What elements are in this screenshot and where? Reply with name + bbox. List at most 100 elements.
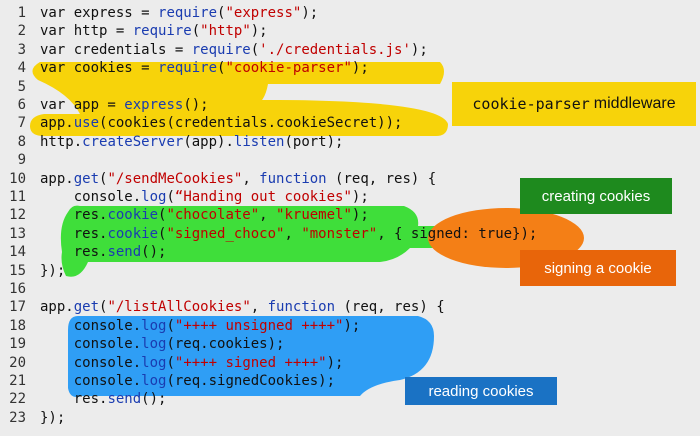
code-token: }); (40, 409, 66, 426)
function-name: get (73, 170, 100, 187)
line-number: 8 (17, 133, 26, 150)
code-token: (req, res) { (335, 299, 445, 316)
creating-cookies-label: creating cookies (541, 187, 651, 205)
line-number: 17 (9, 299, 26, 316)
code-text: }); (40, 262, 65, 280)
line-number: 10 (9, 170, 26, 187)
code-text: var credentials = require('./credentials… (40, 41, 428, 59)
code-token: , (259, 207, 277, 224)
string-literal: "express" (225, 5, 302, 21)
code-token: ); (250, 23, 268, 40)
code-token: console. (40, 189, 142, 205)
function-name: listen (233, 133, 285, 150)
line-number: 1 (17, 5, 26, 21)
string-literal: "chocolate" (166, 207, 260, 224)
function-name: use (73, 115, 100, 132)
function-name: log (141, 189, 167, 205)
code-token: (); (141, 391, 167, 408)
code-token: var express = (40, 5, 159, 21)
code-token: (cookies(credentials.cookieSecret)); (99, 115, 403, 132)
line-number: 7 (17, 115, 26, 132)
function-name: log (141, 354, 167, 371)
code-token: var app = (40, 97, 125, 113)
function-name: log (141, 336, 167, 353)
code-text: res.cookie("signed_choco", "monster", { … (40, 225, 538, 243)
code-text: console.log("++++ unsigned ++++"); (40, 317, 361, 335)
string-literal: "kruemel" (276, 207, 352, 224)
code-text: res.send(); (40, 390, 167, 408)
line-number: 19 (9, 336, 26, 353)
code-token: ); (351, 60, 369, 77)
code-text: var http = require("http"); (40, 22, 268, 40)
code-text: app.get("/sendMeCookies", function (req,… (40, 170, 436, 188)
function-name: get (73, 299, 100, 316)
function-name: log (141, 373, 167, 389)
code-token: http. (40, 133, 83, 150)
signing-cookie-label: signing a cookie (544, 259, 652, 277)
code-token: app. (40, 299, 74, 316)
code-token: res. (40, 391, 108, 408)
function-name: send (107, 391, 142, 408)
code-text: var express = require("express"); (40, 4, 318, 22)
code-token: (app). (183, 133, 234, 150)
code-text: res.send(); (40, 243, 167, 261)
code-token: ( (166, 189, 175, 205)
function-name: require (158, 5, 218, 21)
code-token: , (250, 299, 268, 316)
creating-cookies-callout: creating cookies (520, 178, 672, 214)
code-token: console. (40, 336, 142, 353)
line-number: 12 (9, 207, 26, 224)
code-token: ); (343, 317, 361, 334)
line-number: 13 (9, 225, 26, 242)
code-token: , (284, 225, 302, 242)
line-number: 3 (17, 41, 26, 58)
code-token: (req, res) { (326, 170, 437, 187)
line-number: 18 (9, 317, 26, 334)
code-token: (); (141, 244, 167, 261)
signing-cookie-callout: signing a cookie (520, 250, 676, 286)
code-text: res.cookie("chocolate", "kruemel"); (40, 206, 369, 224)
middleware-callout-code: cookie-parser (472, 95, 590, 113)
function-name: express (124, 97, 184, 113)
code-token: , { signed: true}); (377, 225, 538, 242)
code-token: app. (40, 115, 74, 132)
code-token: ); (326, 354, 344, 371)
string-literal: "/listAllCookies" (107, 299, 251, 316)
function-name: cookie (107, 207, 159, 224)
code-token: ( (166, 317, 175, 334)
string-literal: "cookie-parser" (225, 60, 352, 77)
line-number: 15 (9, 262, 26, 279)
string-literal: "/sendMeCookies" (107, 170, 243, 187)
code-token: console. (40, 373, 142, 389)
code-token: res. (40, 244, 108, 261)
code-token: res. (40, 225, 108, 242)
code-token: console. (40, 317, 142, 334)
function-name: require (158, 60, 218, 77)
code-text: console.log(req.cookies); (40, 335, 285, 353)
code-token: var http = (40, 23, 133, 40)
line-number: 4 (17, 60, 26, 77)
code-text: app.use(cookies(credentials.cookieSecret… (40, 114, 402, 132)
function-name: require (191, 41, 251, 58)
function-name: cookie (107, 225, 159, 242)
code-token: ); (351, 207, 369, 224)
line-number: 16 (9, 281, 26, 297)
string-literal: "http" (200, 23, 251, 40)
code-token: ); (351, 189, 369, 205)
string-literal: "signed_choco" (166, 225, 285, 242)
code-token: (req.cookies); (166, 336, 285, 353)
code-token: (port); (284, 133, 344, 150)
function-name: log (141, 317, 167, 334)
code-token: console. (40, 354, 142, 371)
code-token: ( (191, 23, 201, 40)
slide: { "code_lines": [ {"n":"1","segs":[{"t":… (0, 0, 700, 436)
line-number: 2 (17, 23, 26, 40)
line-number: 20 (9, 354, 26, 371)
middleware-callout: cookie-parser middleware (452, 82, 696, 126)
code-token: (req.signedCookies); (166, 373, 336, 389)
code-text: var cookies = require("cookie-parser"); (40, 59, 369, 77)
reading-cookies-callout: reading cookies (405, 377, 557, 405)
function-name: function (267, 299, 336, 316)
code-token: ( (166, 354, 175, 371)
line-number: 23 (9, 409, 26, 426)
